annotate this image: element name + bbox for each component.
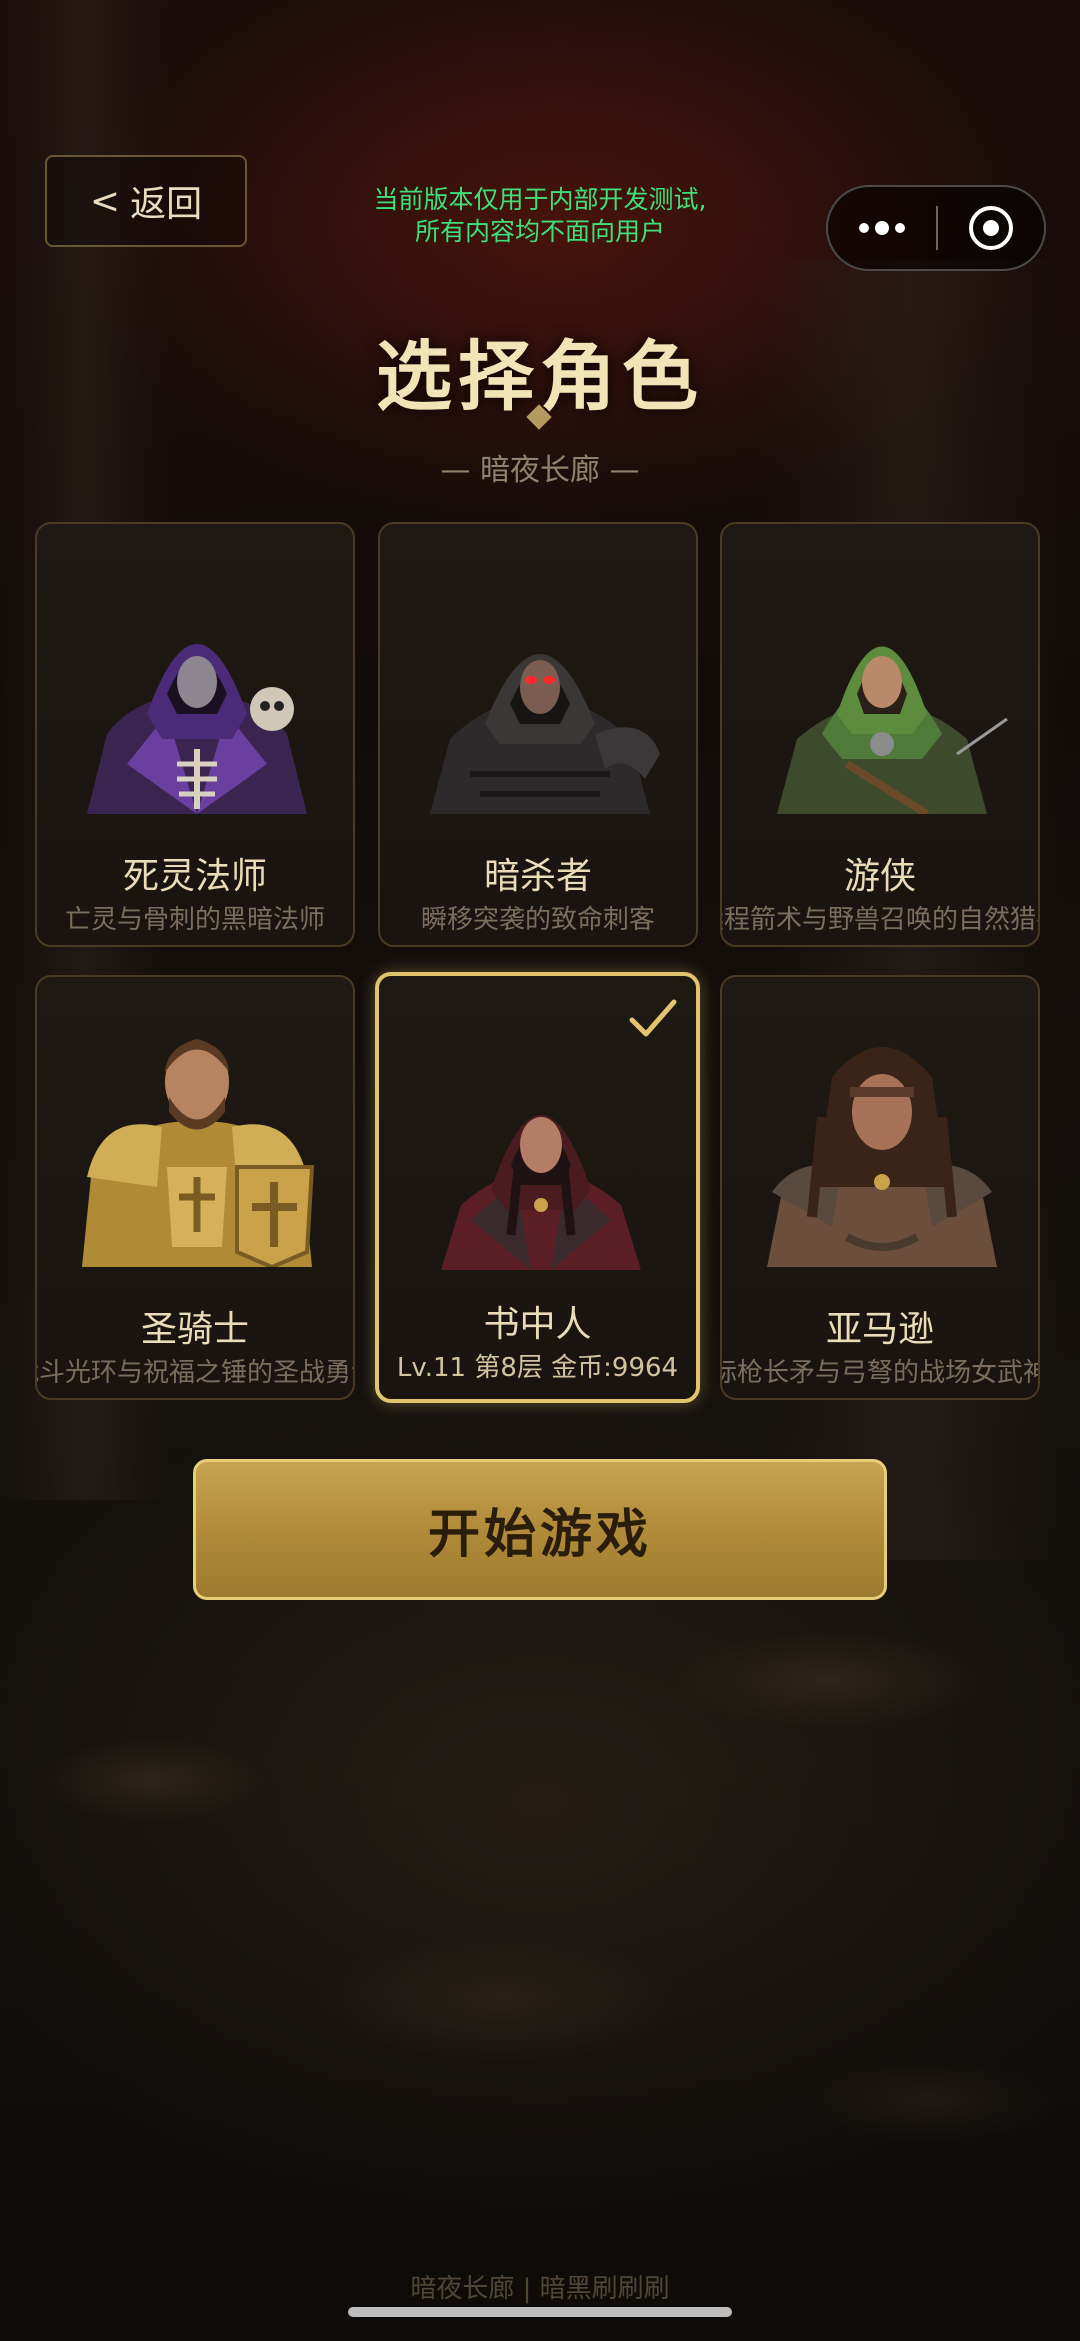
ranger-portrait-icon (777, 646, 1008, 814)
close-miniprogram-icon[interactable] (938, 206, 1044, 250)
start-game-label: 开始游戏 (427, 1505, 652, 1565)
character-desc: 远程箭术与野兽召唤的自然猎手 (722, 905, 1038, 935)
sorceress-portrait-icon (441, 1115, 641, 1270)
more-menu-icon[interactable] (828, 221, 936, 235)
chevron-left-icon: < (89, 180, 121, 222)
back-button[interactable]: < 返回 (45, 155, 247, 247)
character-card-ranger[interactable]: 游侠 远程箭术与野兽召唤的自然猎手 (720, 522, 1040, 947)
dev-test-notice: 当前版本仅用于内部开发测试, 所有内容均不面向用户 (310, 184, 770, 248)
notice-line-2: 所有内容均不面向用户 (414, 217, 665, 246)
character-card-selected[interactable]: 书中人 Lv.11 第8层 金币:9964 (375, 972, 700, 1403)
character-name: 亚马逊 (825, 1309, 934, 1350)
assassin-portrait-icon (430, 654, 660, 814)
back-label: 返回 (130, 184, 203, 225)
necromancer-portrait-icon (87, 644, 307, 814)
home-indicator[interactable] (348, 2307, 732, 2317)
page-subtitle: — 暗夜长廊 — (440, 453, 640, 488)
character-name: 书中人 (483, 1304, 592, 1345)
character-desc: 标枪长矛与弓弩的战场女武神 (720, 1358, 1040, 1388)
character-desc: 亡灵与骨刺的黑暗法师 (64, 905, 325, 935)
character-card-amazon[interactable]: 亚马逊 标枪长矛与弓弩的战场女武神 (720, 975, 1040, 1400)
paladin-portrait-icon (82, 1039, 315, 1267)
character-desc: 瞬移突袭的致命刺客 (420, 905, 655, 935)
character-card-necromancer[interactable]: 死灵法师 亡灵与骨刺的黑暗法师 (35, 522, 355, 947)
notice-line-1: 当前版本仅用于内部开发测试, (373, 185, 707, 214)
character-name: 圣骑士 (140, 1309, 249, 1350)
character-name: 游侠 (843, 856, 916, 897)
character-card-assassin[interactable]: 暗杀者 瞬移突袭的致命刺客 (378, 522, 698, 947)
footer-text: 暗夜长廊 | 暗黑刷刷刷 (410, 2274, 670, 2304)
miniprogram-capsule (826, 185, 1046, 271)
character-name: 死灵法师 (122, 856, 267, 897)
character-card-paladin[interactable]: 圣骑士 战斗光环与祝福之锤的圣战勇士 (35, 975, 355, 1400)
character-name: 暗杀者 (483, 856, 592, 897)
amazon-portrait-icon (767, 1047, 997, 1267)
start-game-button[interactable]: 开始游戏 (193, 1459, 887, 1600)
character-stats: Lv.11 第8层 金币:9964 (396, 1353, 679, 1383)
character-desc: 战斗光环与祝福之锤的圣战勇士 (37, 1358, 353, 1388)
